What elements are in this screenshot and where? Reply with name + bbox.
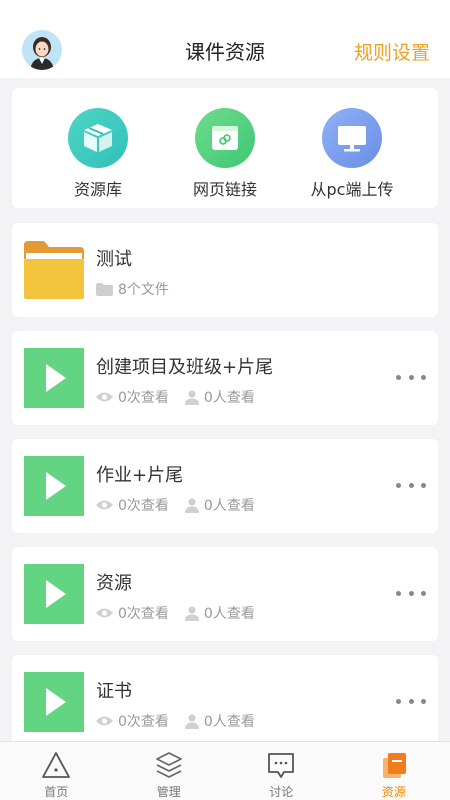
view-count: 0次查看 <box>118 714 169 730</box>
tab-label: 首页 <box>44 785 69 799</box>
file-count: 8个文件 <box>118 282 169 298</box>
tab-label: 讨论 <box>269 785 294 799</box>
upload-options-card: 资源库 网页链接 从pc端上传 <box>12 88 438 208</box>
video-thumbnail <box>24 564 84 624</box>
avatar-icon <box>22 30 62 70</box>
resource-meta: 0次查看 0人查看 <box>96 387 271 407</box>
pc-upload-button[interactable]: 从pc端上传 <box>292 108 412 200</box>
home-triangle-icon <box>42 752 71 778</box>
resource-meta: 0次查看 0人查看 <box>96 495 271 515</box>
view-count: 0次查看 <box>118 606 169 622</box>
viewer-count: 0人查看 <box>203 714 255 730</box>
more-options-button[interactable] <box>396 693 426 709</box>
view-count: 0次查看 <box>118 390 169 406</box>
video-thumbnail <box>24 672 84 732</box>
small-folder-icon <box>96 282 113 296</box>
tab-label: 管理 <box>156 785 181 799</box>
resource-meta: 0次查看 0人查看 <box>96 711 271 731</box>
person-icon <box>184 605 199 621</box>
play-icon <box>46 688 66 716</box>
folder-icon <box>24 240 84 300</box>
rule-settings-link[interactable]: 规则设置 <box>354 38 430 65</box>
viewer-count: 0人查看 <box>203 498 255 514</box>
web-link-button[interactable]: 网页链接 <box>165 108 285 200</box>
tab-label: 资源 <box>381 785 406 799</box>
eye-icon <box>96 608 113 618</box>
play-icon <box>46 472 66 500</box>
tab-resources[interactable]: 资源 <box>338 742 450 800</box>
layers-icon <box>155 752 182 778</box>
resource-title: 作业+片尾 <box>96 465 184 486</box>
more-options-button[interactable] <box>396 585 426 601</box>
person-icon <box>184 389 199 405</box>
play-icon <box>46 580 66 608</box>
tab-discussion[interactable]: 讨论 <box>225 742 338 800</box>
view-count: 0次查看 <box>118 498 169 514</box>
tab-manage[interactable]: 管理 <box>113 742 226 800</box>
bottom-tab-bar: 首页 管理 讨论 资源 <box>0 741 450 800</box>
more-options-button[interactable] <box>396 477 426 493</box>
folder-meta: 8个文件 <box>96 279 185 299</box>
resource-card[interactable]: 作业+片尾 0次查看 0人查看 <box>12 439 438 533</box>
folder-title: 测试 <box>96 249 132 270</box>
cube-box-icon <box>68 108 128 168</box>
computer-monitor-icon <box>322 108 382 168</box>
chat-book-icon <box>268 753 295 778</box>
resource-meta: 0次查看 0人查看 <box>96 603 271 623</box>
resource-card[interactable]: 证书 0次查看 0人查看 <box>12 655 438 749</box>
upload-option-label: 网页链接 <box>192 180 257 199</box>
resource-title: 创建项目及班级+片尾 <box>96 357 274 378</box>
upload-option-label: 从pc端上传 <box>310 180 394 199</box>
resource-title: 资源 <box>96 573 132 594</box>
eye-icon <box>96 392 113 402</box>
header-bar: 课件资源 规则设置 <box>0 0 450 78</box>
play-icon <box>46 364 66 392</box>
upload-option-label: 资源库 <box>73 180 122 199</box>
resource-stack-icon <box>382 753 406 778</box>
user-avatar[interactable] <box>22 30 62 70</box>
person-icon <box>184 713 199 729</box>
resource-card[interactable]: 资源 0次查看 0人查看 <box>12 547 438 641</box>
resource-card[interactable]: 创建项目及班级+片尾 0次查看 0人查看 <box>12 331 438 425</box>
eye-icon <box>96 716 113 726</box>
more-options-button[interactable] <box>396 369 426 385</box>
folder-card[interactable]: 测试 8个文件 <box>12 223 438 317</box>
viewer-count: 0人查看 <box>203 390 255 406</box>
video-thumbnail <box>24 348 84 408</box>
viewer-count: 0人查看 <box>203 606 255 622</box>
resource-title: 证书 <box>96 681 132 702</box>
resource-library-button[interactable]: 资源库 <box>38 108 158 200</box>
eye-icon <box>96 500 113 510</box>
web-link-icon <box>195 108 255 168</box>
video-thumbnail <box>24 456 84 516</box>
person-icon <box>184 497 199 513</box>
tab-home[interactable]: 首页 <box>0 742 113 800</box>
